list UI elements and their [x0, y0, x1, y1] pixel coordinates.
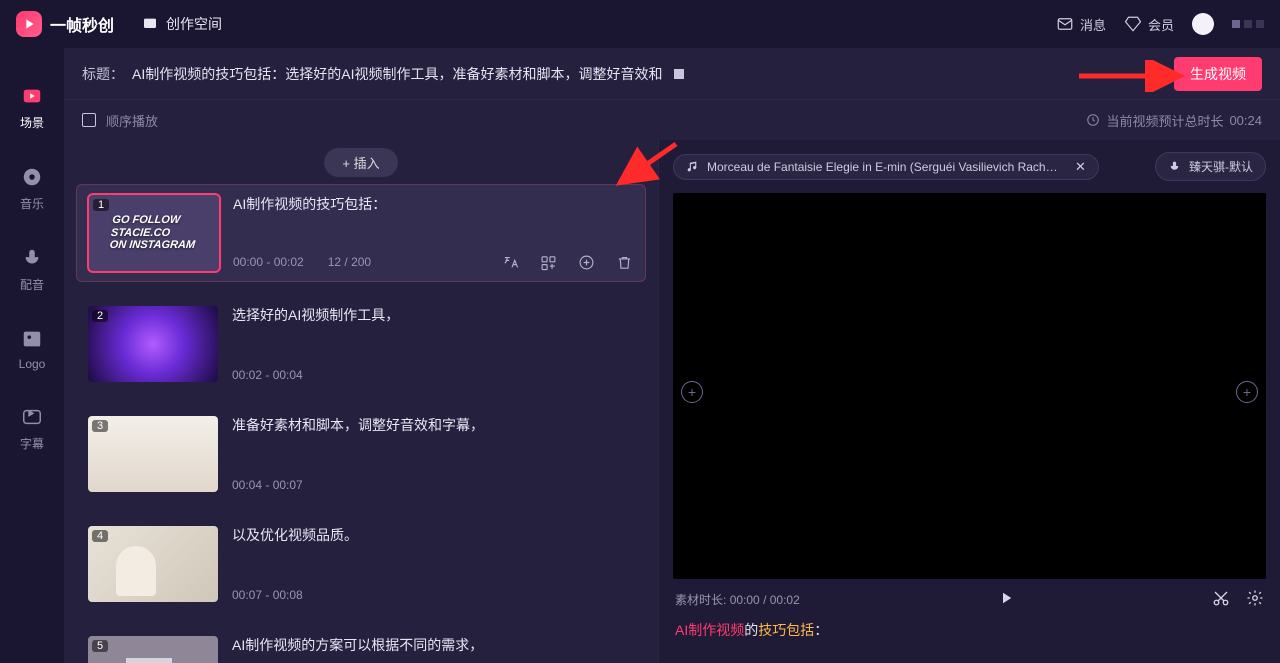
- title-text[interactable]: AI制作视频的技巧包括：选择好的AI视频制作工具，准备好素材和脚本，调整好音效和: [132, 64, 662, 84]
- logo-icon: [16, 11, 42, 37]
- scene-icon: [20, 84, 44, 108]
- scene-item[interactable]: 2 选择好的AI视频制作工具， 00:02 - 00:04: [76, 296, 646, 392]
- title-label: 标题：: [82, 64, 124, 84]
- brand-name: 一帧秒创: [50, 12, 114, 36]
- play-button[interactable]: [997, 589, 1015, 610]
- scene-text[interactable]: AI制作视频的技巧包括：: [233, 195, 633, 215]
- mic-icon: [20, 246, 44, 270]
- clip-label: 素材时长:: [675, 593, 726, 607]
- add-icon[interactable]: [577, 253, 595, 271]
- title-cursor: [674, 69, 684, 79]
- preview-pane: Morceau de Fantaisie Elegie in E-min (Se…: [659, 140, 1280, 663]
- workspace-label: 创作空间: [166, 14, 222, 34]
- scene-list[interactable]: 1 GO FOLLOW STACIE.CO ON INSTAGRAM AI制作视…: [64, 184, 658, 663]
- logo[interactable]: 一帧秒创: [16, 11, 114, 37]
- title-row: 标题： AI制作视频的技巧包括：选择好的AI视频制作工具，准备好素材和脚本，调整…: [64, 48, 1280, 100]
- voice-chip[interactable]: 臻天骐-默认: [1155, 152, 1266, 181]
- topbar: 一帧秒创 创作空间 消息 会员: [0, 0, 1280, 48]
- avatar[interactable]: [1192, 13, 1214, 35]
- workspace-icon: [142, 16, 158, 32]
- scene-text[interactable]: 准备好素材和脚本，调整好音效和字幕，: [232, 416, 634, 436]
- caption-icon: [20, 405, 44, 429]
- music-icon: [20, 165, 44, 189]
- video-preview[interactable]: + +: [673, 193, 1266, 579]
- split-icon[interactable]: [539, 253, 557, 271]
- scene-range: 00:00 - 00:02: [233, 255, 304, 269]
- sidebar-item-scene[interactable]: 场景: [20, 84, 44, 131]
- duration-prefix: 当前视频预计总时长: [1106, 111, 1223, 130]
- scene-item[interactable]: 5 AI制作视频的方案可以根据不同的需求， 00:08 - 00:12: [76, 626, 646, 663]
- voice-chip-label: 臻天骐-默认: [1189, 158, 1253, 175]
- scene-thumb[interactable]: 5: [88, 636, 218, 663]
- sidebar-item-voice[interactable]: 配音: [20, 246, 44, 293]
- sequential-label: 顺序播放: [106, 111, 158, 130]
- clip-total: 00:02: [770, 593, 800, 607]
- translate-icon[interactable]: [501, 253, 519, 271]
- image-icon: [20, 327, 44, 351]
- delete-icon[interactable]: [615, 253, 633, 271]
- scene-range: 00:07 - 00:08: [232, 588, 303, 602]
- messages-link[interactable]: 消息: [1056, 15, 1106, 34]
- scene-item[interactable]: 1 GO FOLLOW STACIE.CO ON INSTAGRAM AI制作视…: [76, 184, 646, 282]
- play-row: 顺序播放 当前视频预计总时长 00:24: [64, 100, 1280, 140]
- scene-text[interactable]: 选择好的AI视频制作工具，: [232, 306, 634, 326]
- scene-charcount: 12 / 200: [328, 255, 371, 269]
- window-dots: [1232, 20, 1264, 28]
- note-icon: [686, 160, 699, 173]
- close-icon[interactable]: ✕: [1075, 160, 1086, 173]
- mic2-icon: [1168, 160, 1181, 173]
- mail-icon: [1056, 15, 1074, 33]
- scene-thumb[interactable]: 1 GO FOLLOW STACIE.CO ON INSTAGRAM: [89, 195, 219, 271]
- scene-thumb[interactable]: 3: [88, 416, 218, 492]
- cut-icon[interactable]: [1212, 589, 1230, 610]
- member-link[interactable]: 会员: [1124, 15, 1174, 34]
- sidebar-item-logo[interactable]: Logo: [19, 327, 46, 371]
- add-overlay-left[interactable]: +: [681, 381, 703, 403]
- generate-button[interactable]: 生成视频: [1174, 57, 1262, 91]
- sidebar: 场景 音乐 配音 Logo 字幕: [0, 48, 64, 663]
- scene-text[interactable]: AI制作视频的方案可以根据不同的需求，: [232, 636, 634, 656]
- workspace-link[interactable]: 创作空间: [142, 14, 222, 34]
- music-chip-label: Morceau de Fantaisie Elegie in E-min (Se…: [707, 160, 1067, 174]
- sidebar-item-music[interactable]: 音乐: [20, 165, 44, 212]
- scene-item[interactable]: 4 以及优化视频品质。 00:07 - 00:08: [76, 516, 646, 612]
- scene-range: 00:02 - 00:04: [232, 368, 303, 382]
- insert-button[interactable]: + 插入: [324, 148, 397, 177]
- music-chip[interactable]: Morceau de Fantaisie Elegie in E-min (Se…: [673, 154, 1099, 180]
- sidebar-item-subtitle[interactable]: 字幕: [20, 405, 44, 452]
- clock-icon: [1086, 113, 1100, 127]
- scene-text[interactable]: 以及优化视频品质。: [232, 526, 634, 546]
- clip-cur: 00:00: [730, 593, 760, 607]
- scene-item[interactable]: 3 准备好素材和脚本，调整好音效和字幕， 00:04 - 00:07: [76, 406, 646, 502]
- scene-pane: + 插入 1 GO FOLLOW STACIE.CO ON INSTAGRAM …: [64, 140, 659, 663]
- scene-thumb[interactable]: 2: [88, 306, 218, 382]
- scene-thumb[interactable]: 4: [88, 526, 218, 602]
- sequential-checkbox[interactable]: [82, 113, 96, 127]
- duration-value: 00:24: [1229, 113, 1262, 128]
- diamond-icon: [1124, 15, 1142, 33]
- thumb-caption: GO FOLLOW STACIE.CO ON INSTAGRAM: [109, 214, 198, 252]
- settings-icon[interactable]: [1246, 589, 1264, 610]
- add-overlay-right[interactable]: +: [1236, 381, 1258, 403]
- scene-range: 00:04 - 00:07: [232, 478, 303, 492]
- subtitle-line: AI制作视频的技巧包括：: [675, 620, 1264, 640]
